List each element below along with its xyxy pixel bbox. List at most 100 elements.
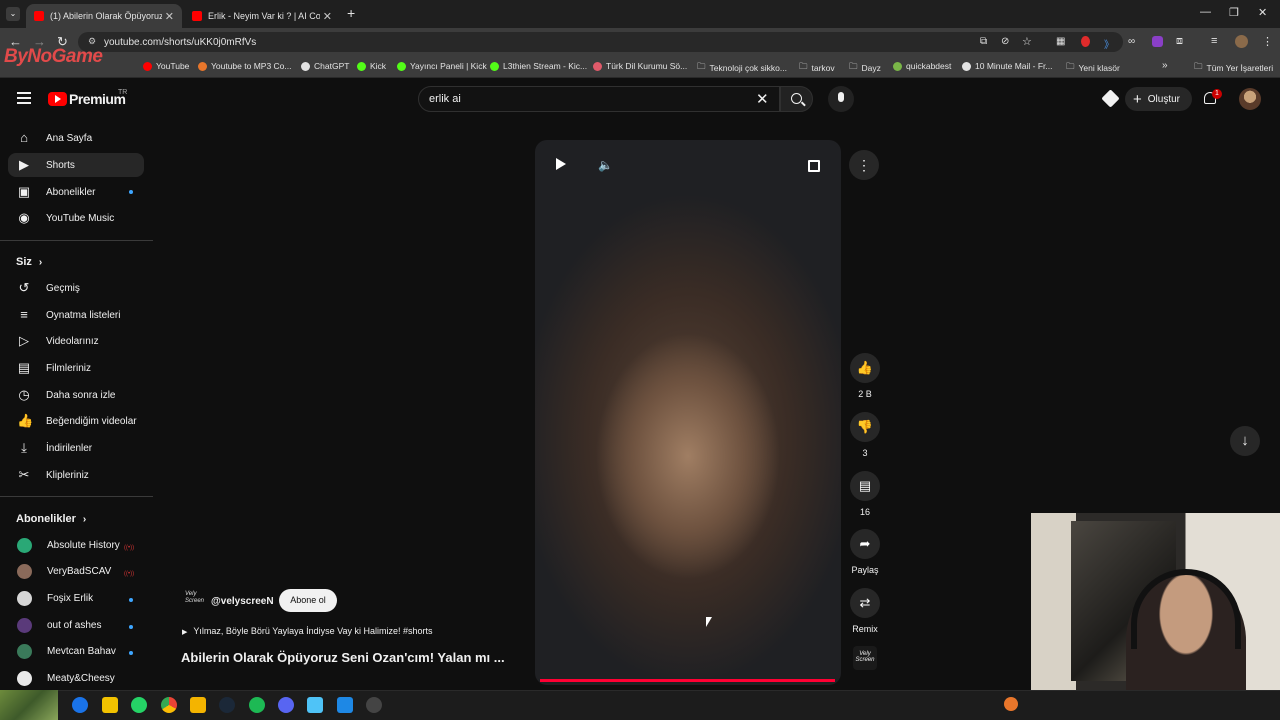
browser-tab-active[interactable]: (1) Abilerin Olarak Öpüyoruz Se ✕ xyxy=(26,4,182,28)
more-options-button[interactable]: ⋮ xyxy=(849,150,879,180)
search-query[interactable]: erlik ai xyxy=(429,93,461,105)
tab-search-button[interactable]: ⌄ xyxy=(6,7,20,21)
install-app-icon[interactable]: ⧉ xyxy=(980,36,987,47)
hide-icon[interactable]: ⊘ xyxy=(1001,36,1009,47)
sidebar-item-home[interactable]: ⌂ Ana Sayfa xyxy=(8,126,144,150)
all-bookmarks[interactable]: 🗀 Tüm Yer İşaretleri xyxy=(1194,61,1273,75)
new-tab-button[interactable]: + xyxy=(347,5,355,21)
dislike-button[interactable]: 👎 3 xyxy=(849,412,881,458)
bookmark-item[interactable]: 🗀 Dayz xyxy=(849,61,881,75)
next-short-button[interactable]: ↓ xyxy=(1230,426,1260,456)
subscription-channel[interactable]: Foşix Erlik xyxy=(8,586,144,610)
comments-button[interactable]: ▤ 16 xyxy=(849,471,881,517)
search-button[interactable] xyxy=(780,86,813,112)
extension-purple-icon[interactable] xyxy=(1152,36,1163,47)
bookmark-item[interactable]: 10 Minute Mail - Fr... xyxy=(962,61,1052,71)
mail-icon[interactable] xyxy=(337,697,353,713)
subscribe-button[interactable]: Abone ol xyxy=(279,589,337,612)
subscription-channel[interactable]: Meaty&Cheesy xyxy=(8,666,144,690)
media-controls-icon[interactable]: ≡ xyxy=(1211,35,1217,47)
sidebar-item-subscriptions[interactable]: ▣ Abonelikler xyxy=(8,180,144,204)
sidebar-item-clips[interactable]: ✂ Klipleriniz xyxy=(8,463,144,487)
bookmark-item[interactable]: quickabdest xyxy=(893,61,951,71)
hamburger-menu-icon[interactable] xyxy=(17,92,31,104)
like-button[interactable]: 👍 2 B xyxy=(849,353,881,399)
sidebar-item-download[interactable]: ⤓ İndirilenler xyxy=(8,436,144,460)
youtube-brand-text[interactable]: Premium xyxy=(69,91,126,107)
browser-tab[interactable]: Erlik - Neyim Var ki ? | AI Cover ✕ xyxy=(184,4,340,28)
search-input[interactable] xyxy=(418,86,780,112)
share-button[interactable]: ➦ Paylaş xyxy=(849,529,881,575)
close-window-button[interactable]: ✕ xyxy=(1258,6,1267,19)
tray-icon[interactable] xyxy=(1004,697,1018,711)
voice-search-button[interactable] xyxy=(828,86,854,112)
bookmark-item[interactable]: 🗀 Yeni klasör xyxy=(1066,61,1120,75)
extension-grid-icon[interactable]: ▦ xyxy=(1056,36,1065,47)
bookmark-item[interactable]: 🗀 tarkov xyxy=(799,61,835,75)
app-icon[interactable] xyxy=(307,697,323,713)
maximize-button[interactable]: ❐ xyxy=(1229,6,1239,19)
bookmark-item[interactable]: ChatGPT xyxy=(301,61,349,71)
sidebar-item-music[interactable]: ◉ YouTube Music xyxy=(8,206,144,230)
youtube-favicon-icon xyxy=(192,11,202,21)
video-progress-bar[interactable] xyxy=(540,679,835,682)
description-text: Yılmaz, Böyle Börü Yaylaya İndiyse Vay k… xyxy=(193,626,433,636)
mouse-cursor-icon xyxy=(706,617,712,627)
notes-icon[interactable] xyxy=(102,697,118,713)
obs-icon[interactable] xyxy=(366,697,382,713)
short-video-player[interactable] xyxy=(535,140,841,685)
account-avatar[interactable] xyxy=(1239,88,1261,110)
sidebar-item-your-videos[interactable]: ▷ Videolarınız xyxy=(8,329,144,353)
whatsapp-icon[interactable] xyxy=(131,697,147,713)
profile-avatar[interactable] xyxy=(1235,35,1248,48)
sidebar-item-watch-later[interactable]: ◷ Daha sonra izle xyxy=(8,383,144,407)
short-title[interactable]: Abilerin Olarak Öpüyoruz Seni Ozan'cım! … xyxy=(181,650,505,665)
play-icon[interactable] xyxy=(556,158,566,170)
clips-icon: ✂ xyxy=(18,467,30,482)
remix-button[interactable]: ⇄ Remix xyxy=(849,588,881,634)
bookmark-item[interactable]: Youtube to MP3 Co... xyxy=(198,61,292,71)
clear-search-icon[interactable]: ✕ xyxy=(756,90,769,108)
bookmark-item[interactable]: Türk Dil Kurumu Sö... xyxy=(593,61,687,71)
bookmark-item[interactable]: 🗀 Teknoloji çok sikko... xyxy=(697,61,787,75)
sidebar-item-history[interactable]: ↺ Geçmiş xyxy=(8,276,144,300)
sidebar-item-playlist[interactable]: ≡ Oynatma listeleri xyxy=(8,303,144,327)
extension-glasses-icon[interactable]: ∞ xyxy=(1128,36,1135,47)
youtube-logo-icon[interactable] xyxy=(48,92,67,106)
chrome-menu-icon[interactable]: ⋮ xyxy=(1262,35,1273,48)
sound-channel-thumbnail[interactable]: Vely Screen xyxy=(853,646,877,670)
subscriptions-section-heading[interactable]: Abonelikler › xyxy=(16,513,86,525)
channel-logo[interactable]: Vely Screen xyxy=(185,591,204,611)
sidebar-item-movies[interactable]: ▤ Filmleriniz xyxy=(8,356,144,380)
tab-close-icon[interactable]: ✕ xyxy=(165,10,174,23)
you-section-heading[interactable]: Siz › xyxy=(16,256,42,268)
subscription-channel[interactable]: Mevtcan Bahav xyxy=(8,639,144,663)
bookmark-item[interactable]: Kick xyxy=(357,61,386,71)
sidebar-item-label: Shorts xyxy=(46,159,75,171)
bookmarks-overflow-icon[interactable]: » xyxy=(1162,60,1168,71)
edge-icon[interactable] xyxy=(72,697,88,713)
short-description[interactable]: ▶ Yılmaz, Böyle Börü Yaylaya İndiyse Vay … xyxy=(182,626,433,636)
tab-close-icon[interactable]: ✕ xyxy=(323,10,332,23)
bookmark-item[interactable]: Yayıncı Paneli | Kick xyxy=(397,61,487,71)
volume-icon[interactable]: 🔈 xyxy=(598,158,613,172)
sidebar-item-liked[interactable]: 👍 Beğendiğim videolar xyxy=(8,409,144,433)
gemini-sparkle-icon[interactable] xyxy=(1101,89,1120,108)
extension-translate-icon[interactable]: 》 xyxy=(1104,36,1114,51)
fullscreen-icon[interactable] xyxy=(808,160,820,172)
spotify-icon[interactable] xyxy=(249,697,265,713)
chrome-icon[interactable] xyxy=(161,697,177,713)
bookmark-item[interactable]: L3thien Stream - Kic... xyxy=(490,61,587,71)
extension-red-icon[interactable] xyxy=(1081,36,1090,47)
subscription-channel[interactable]: out of ashes xyxy=(8,613,144,637)
bookmark-item[interactable]: YouTube xyxy=(143,61,189,71)
discord-icon[interactable] xyxy=(278,697,294,713)
sidebar-item-shorts[interactable]: ▶ Shorts xyxy=(8,153,144,177)
bookmark-star-icon[interactable]: ☆ xyxy=(1022,35,1032,48)
file-explorer-icon[interactable] xyxy=(190,697,206,713)
channel-handle[interactable]: @velyscreeN xyxy=(211,596,274,607)
steam-icon[interactable] xyxy=(219,697,235,713)
create-button[interactable]: + Oluştur xyxy=(1125,87,1192,111)
minimize-button[interactable]: — xyxy=(1200,6,1211,18)
extensions-puzzle-icon[interactable]: ⧈ xyxy=(1176,35,1183,48)
